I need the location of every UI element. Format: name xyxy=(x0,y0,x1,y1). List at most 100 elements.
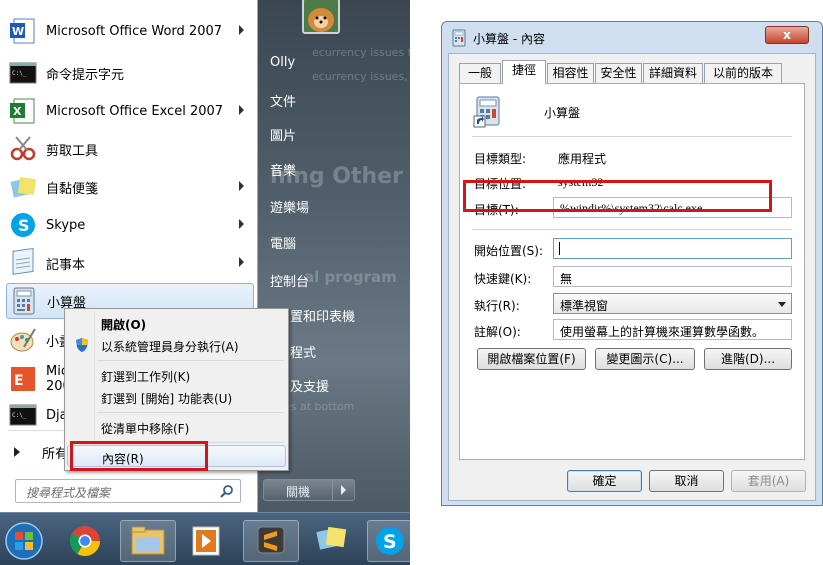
menu-item-run-as-admin[interactable]: 以系統管理員身分執行(A) xyxy=(67,334,286,356)
advanced-button[interactable]: 進階(D)... xyxy=(704,348,792,370)
separator xyxy=(472,136,792,137)
program-sticky-notes[interactable]: 自黏便箋 xyxy=(6,169,254,205)
submenu-arrow-icon xyxy=(239,25,244,35)
button-label: 取消 xyxy=(674,474,699,488)
chrome-icon xyxy=(69,526,100,557)
shutdown-button[interactable]: 關機 xyxy=(263,479,355,501)
arrow-right-icon xyxy=(14,447,20,457)
program-command-prompt[interactable]: C:\_ 命令提示字元 xyxy=(6,55,254,91)
paint-icon xyxy=(10,328,36,352)
shortcut-key-field[interactable]: 無 xyxy=(553,266,792,287)
program-notepad[interactable]: 記事本 xyxy=(6,245,254,281)
taskbar-sticky-notes[interactable] xyxy=(305,520,361,562)
devices-printers-link[interactable]: 置和印表機 xyxy=(290,306,355,325)
start-in-label: 開始位置(S): xyxy=(474,244,544,258)
uac-shield-icon xyxy=(76,338,88,352)
taskbar-media-player[interactable] xyxy=(180,520,234,562)
program-label: 記事本 xyxy=(46,257,86,273)
computer-link[interactable]: 電腦 xyxy=(270,233,296,252)
search-input[interactable]: 搜尋程式及檔案 xyxy=(15,479,241,503)
target-type-label: 目標類型: xyxy=(474,152,527,166)
start-in-field[interactable] xyxy=(553,238,792,259)
taskbar-chrome[interactable] xyxy=(58,520,112,562)
notepad-icon xyxy=(12,248,34,275)
command-prompt-icon: C:\_ xyxy=(9,62,37,84)
change-icon-button[interactable]: 變更圖示(C)... xyxy=(595,348,695,370)
menu-item-pin-taskbar[interactable]: 釘選到工作列(K) xyxy=(67,364,286,386)
music-link[interactable]: 音樂 xyxy=(270,160,296,179)
taskbar-skype[interactable]: S xyxy=(367,520,410,562)
program-label: Microsoft Office Word 2007 xyxy=(46,23,223,39)
skype-icon: S xyxy=(376,527,404,555)
program-excel[interactable]: X Microsoft Office Excel 2007 xyxy=(6,93,254,129)
run-value: 標準視窗 xyxy=(560,299,609,313)
button-label: 變更圖示(C)... xyxy=(606,352,684,366)
menu-separator xyxy=(97,360,284,361)
run-label: 執行(R): xyxy=(474,299,520,313)
svg-text:S: S xyxy=(383,531,397,553)
close-label: x xyxy=(783,28,791,42)
cancel-button[interactable]: 取消 xyxy=(649,470,724,492)
comment-field[interactable]: 使用螢幕上的計算機來運算數學函數。 xyxy=(553,319,792,340)
tab-security[interactable]: 安全性 xyxy=(595,63,642,83)
dog-picture xyxy=(304,0,338,32)
menu-item-remove[interactable]: 從清單中移除(F) xyxy=(67,416,286,438)
tab-label: 一般 xyxy=(467,66,492,80)
tab-label: 以前的版本 xyxy=(712,66,773,80)
highlight-box xyxy=(70,441,208,471)
search-placeholder: 搜尋程式及檔案 xyxy=(26,486,111,500)
tab-general[interactable]: 一般 xyxy=(459,63,501,83)
excel-icon: X xyxy=(10,98,35,124)
games-link[interactable]: 遊樂場 xyxy=(270,197,309,216)
menu-item-open[interactable]: 開啟(O) xyxy=(67,312,286,334)
tab-label: 詳細資料 xyxy=(648,66,697,80)
svg-text:C:\_: C:\_ xyxy=(12,70,27,77)
tab-shortcut[interactable]: 捷徑 xyxy=(502,60,546,84)
program-snipping-tool[interactable]: 剪取工具 xyxy=(6,131,254,167)
taskbar-sublime[interactable] xyxy=(243,520,299,562)
svg-text:X: X xyxy=(13,105,22,118)
user-folder-link[interactable]: Olly xyxy=(270,55,295,70)
taskbar: S xyxy=(0,512,410,565)
snipping-tool-icon xyxy=(10,136,36,161)
tab-label: 相容性 xyxy=(552,66,589,80)
shortcut-tab-page: 小算盤 目標類型: 應用程式 目標位置: system32 目標(T): %wi… xyxy=(459,83,805,460)
pictures-link[interactable]: 圖片 xyxy=(270,125,296,144)
menu-item-label: 以系統管理員身分執行(A) xyxy=(101,340,239,354)
taskbar-file-explorer[interactable] xyxy=(120,520,176,562)
help-support-link[interactable]: 及支援 xyxy=(290,376,329,395)
apply-button[interactable]: 套用(A) xyxy=(731,470,806,492)
tab-previous-versions[interactable]: 以前的版本 xyxy=(704,63,782,83)
run-select[interactable]: 標準視窗 xyxy=(553,293,792,314)
sticky-notes-icon xyxy=(316,526,347,550)
open-file-location-button[interactable]: 開啟檔案位置(F) xyxy=(477,348,586,370)
svg-text:E: E xyxy=(14,373,24,389)
user-avatar[interactable] xyxy=(302,0,340,34)
search-icon[interactable] xyxy=(220,484,234,498)
start-orb[interactable] xyxy=(2,520,48,562)
control-panel-link[interactable]: 控制台 xyxy=(270,271,309,290)
program-skype[interactable]: S Skype xyxy=(6,207,254,243)
close-button[interactable]: x xyxy=(765,26,809,44)
menu-item-label: 開啟(O) xyxy=(101,318,147,332)
program-word[interactable]: W Microsoft Office Word 2007 xyxy=(6,13,254,49)
calculator-icon xyxy=(13,287,35,315)
menu-item-label: 釘選到 [開始] 功能表(U) xyxy=(101,392,233,406)
separator xyxy=(472,229,792,230)
button-label: 進階(D)... xyxy=(720,352,776,366)
svg-text:S: S xyxy=(18,216,30,235)
start-menu: W Microsoft Office Word 2007 C:\_ 命令提示字元… xyxy=(0,0,410,565)
tab-details[interactable]: 詳細資料 xyxy=(643,63,703,83)
ok-button[interactable]: 確定 xyxy=(567,470,642,492)
tab-label: 安全性 xyxy=(600,66,637,80)
dialog-titlebar: 小算盤 - 內容 xyxy=(451,28,545,48)
shutdown-options-arrow-icon[interactable] xyxy=(332,480,354,500)
menu-item-pin-start[interactable]: 釘選到 [開始] 功能表(U) xyxy=(67,386,286,408)
documents-link[interactable]: 文件 xyxy=(270,91,296,110)
svg-text:C:\_: C:\_ xyxy=(12,412,27,419)
button-label: 套用(A) xyxy=(747,474,790,488)
default-programs-link[interactable]: 程式 xyxy=(290,342,316,361)
command-prompt-icon: C:\_ xyxy=(9,404,37,426)
tab-compatibility[interactable]: 相容性 xyxy=(547,63,594,83)
button-label: 開啟檔案位置(F) xyxy=(487,352,576,366)
